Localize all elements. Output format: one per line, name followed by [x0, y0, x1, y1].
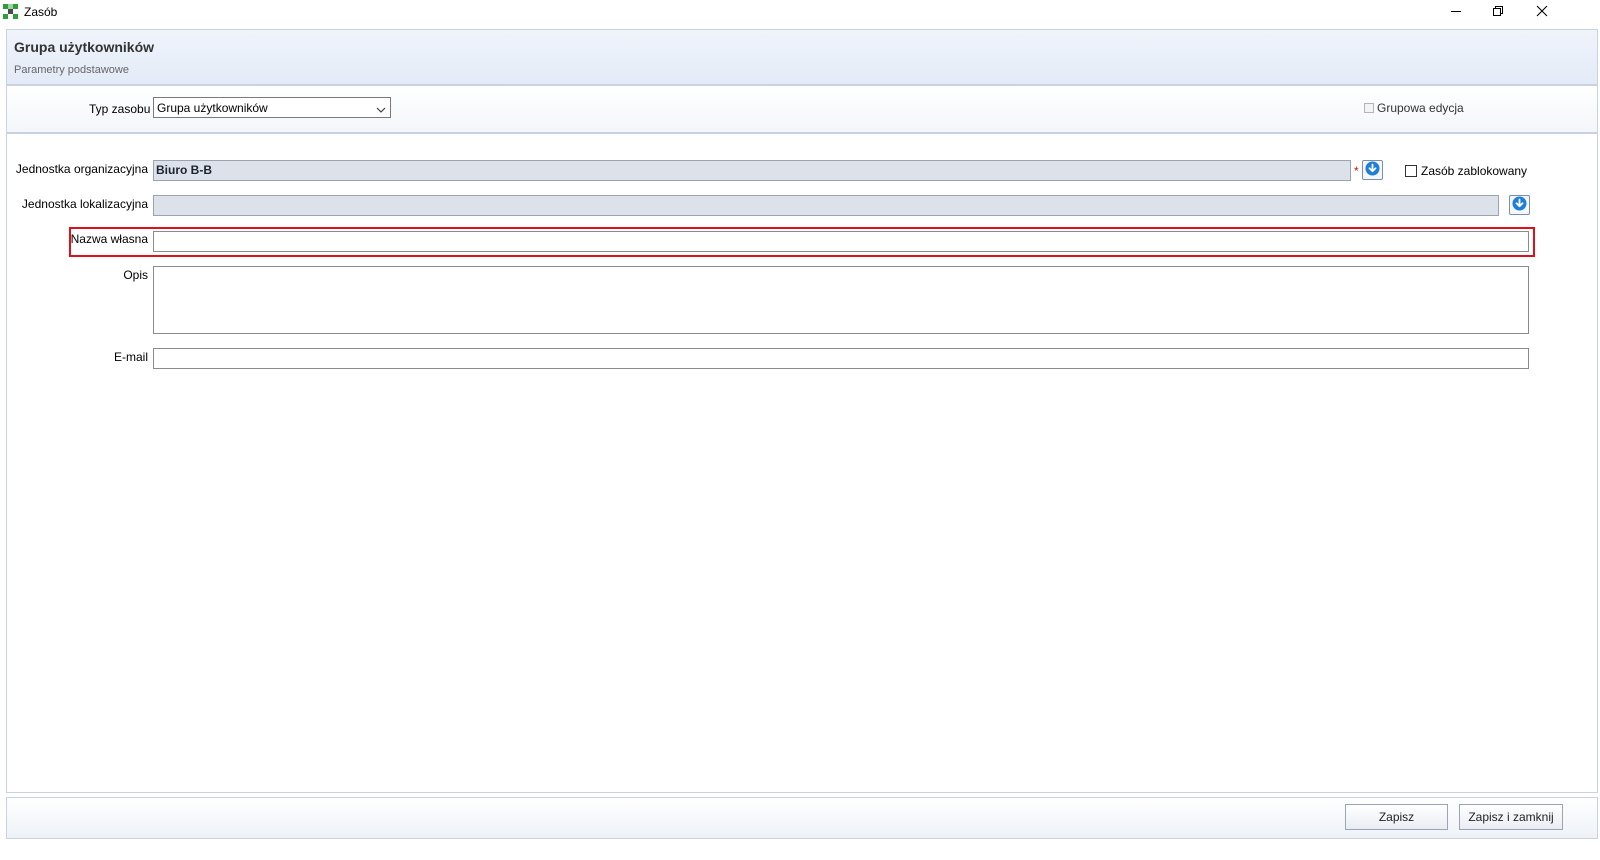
- close-button[interactable]: [1520, 0, 1564, 22]
- org-unit-label: Jednostka organizacyjna: [15, 162, 148, 176]
- footer-bar: Zapisz Zapisz i zamknij: [6, 797, 1598, 839]
- save-and-close-button[interactable]: Zapisz i zamknij: [1459, 804, 1563, 830]
- required-marker: *: [1354, 164, 1359, 178]
- blocked-label: Zasób zablokowany: [1421, 164, 1528, 178]
- resource-type-panel: Typ zasobu Grupa użytkowników Grupowa ed…: [6, 85, 1598, 133]
- location-unit-field[interactable]: [153, 195, 1499, 216]
- page-subtitle: Parametry podstawowe: [14, 64, 129, 76]
- resource-type-select[interactable]: Grupa użytkowników: [153, 97, 391, 118]
- org-unit-value: Biuro B-B: [156, 163, 212, 177]
- chevron-down-icon: [376, 103, 386, 117]
- arrow-down-circle-icon: [1365, 161, 1380, 179]
- title-bar: Zasób: [0, 0, 1600, 24]
- restore-icon: [1492, 5, 1504, 17]
- own-name-label: Nazwa własna: [70, 232, 148, 246]
- resource-type-label: Typ zasobu: [89, 102, 151, 116]
- resource-type-value: Grupa użytkowników: [157, 101, 268, 115]
- group-edit-checkbox[interactable]: [1364, 103, 1374, 113]
- description-label: Opis: [123, 268, 148, 282]
- description-textarea[interactable]: [153, 266, 1529, 334]
- header-panel: Grupa użytkowników Parametry podstawowe: [6, 29, 1598, 85]
- close-icon: [1536, 5, 1548, 17]
- form-panel: Jednostka organizacyjna Biuro B-B * Zasó…: [6, 133, 1598, 793]
- location-unit-label: Jednostka lokalizacyjna: [21, 197, 148, 211]
- email-input[interactable]: [153, 348, 1529, 369]
- page-title: Grupa użytkowników: [14, 39, 155, 55]
- save-button[interactable]: Zapisz: [1345, 804, 1448, 830]
- blocked-checkbox[interactable]: [1405, 165, 1417, 177]
- arrow-down-circle-icon: [1512, 196, 1527, 214]
- location-unit-lookup-button[interactable]: [1509, 195, 1530, 215]
- org-unit-field[interactable]: Biuro B-B: [153, 160, 1351, 181]
- minimize-icon: [1450, 5, 1462, 17]
- restore-button[interactable]: [1476, 0, 1520, 22]
- window-title: Zasób: [24, 5, 58, 19]
- group-edit-label: Grupowa edycja: [1377, 101, 1464, 115]
- app-icon: [3, 4, 19, 20]
- org-unit-lookup-button[interactable]: [1362, 160, 1383, 180]
- email-label: E-mail: [113, 350, 148, 364]
- minimize-button[interactable]: [1434, 0, 1478, 22]
- own-name-input[interactable]: [153, 231, 1529, 252]
